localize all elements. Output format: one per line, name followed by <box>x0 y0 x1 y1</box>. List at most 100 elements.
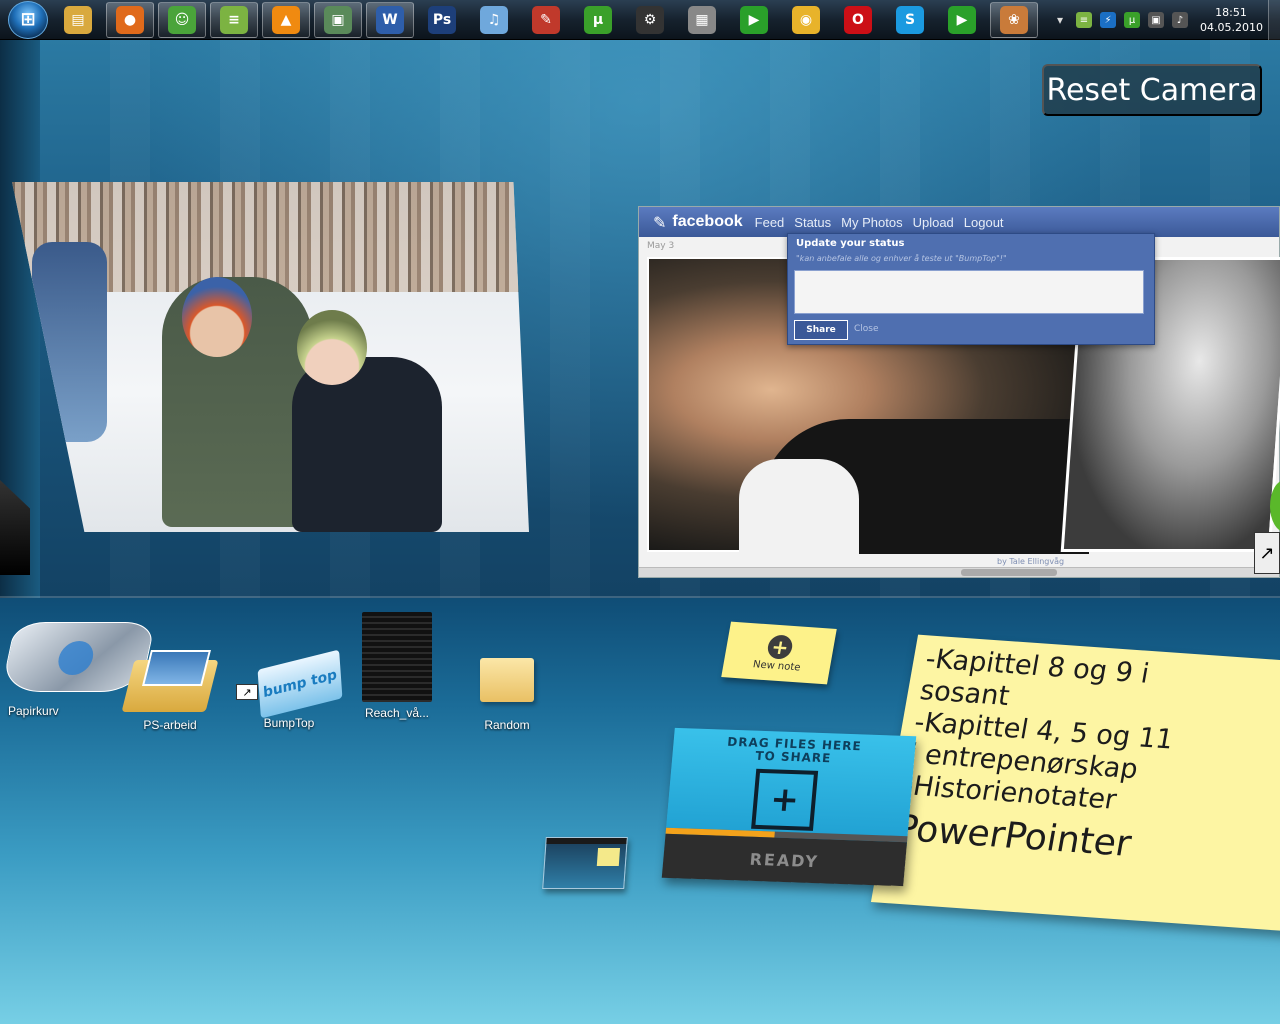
taskbar-media-button[interactable]: ▦ <box>678 2 726 38</box>
new-note-label: New note <box>752 658 802 673</box>
taskbar-bumptop-button[interactable]: ❀ <box>990 1 1038 38</box>
spotify-tray-icon[interactable]: ≡ <box>1076 12 1092 28</box>
reach-pile-icon[interactable]: Reach_vå... <box>362 612 432 720</box>
show-desktop-button[interactable] <box>1268 0 1280 40</box>
taskbar-steam-button[interactable]: ⚙ <box>626 2 674 38</box>
pile-stack <box>362 612 432 702</box>
explorer-icon: ▤ <box>64 5 92 34</box>
share-status: READY <box>661 833 907 887</box>
taskbar-tasks-button[interactable]: ▣ <box>314 1 362 38</box>
fb-photo-collar <box>739 459 859 554</box>
ps-arbeid-folder-icon[interactable]: PS-arbeid <box>121 650 219 732</box>
folder-graphic <box>480 658 534 702</box>
recycle-logo-icon <box>55 641 97 675</box>
fb-nav-logout[interactable]: Logout <box>964 215 1004 230</box>
taskbar-itunes-button[interactable]: ♫ <box>470 2 518 38</box>
fb-popup-hint: "kan anbefale alle og enhver å teste ut … <box>796 254 1007 263</box>
add-document-icon: + <box>751 768 819 831</box>
bumptop-shortcut-icon[interactable]: bump top ↗ BumpTop <box>236 649 343 730</box>
taskbar-firefox-button[interactable]: ● <box>106 1 154 38</box>
tray-expand-icon[interactable]: ▾ <box>1052 12 1068 28</box>
vlc-icon: ▲ <box>272 5 300 34</box>
photo-child-2-head <box>297 310 367 385</box>
fb-nav-feed[interactable]: Feed <box>755 215 785 230</box>
bumptop-tile: bump top <box>257 649 343 719</box>
taskbar-play2-button[interactable]: ▶ <box>938 2 986 38</box>
steam-icon: ⚙ <box>636 5 664 34</box>
fb-status-input[interactable] <box>794 270 1144 314</box>
facebook-widget[interactable]: ✎ facebook Feed Status My Photos Upload … <box>638 206 1280 578</box>
taskbar-play-button[interactable]: ▶ <box>730 2 778 38</box>
fb-nav-status[interactable]: Status <box>794 215 831 230</box>
fb-scrollbar-thumb[interactable] <box>961 569 1057 576</box>
network-tray-icon[interactable]: ▣ <box>1148 12 1164 28</box>
flash-tray-icon[interactable]: ⚡ <box>1100 12 1116 28</box>
fb-nav-my-photos[interactable]: My Photos <box>841 215 902 230</box>
fb-credit: by Tale Ellingvåg <box>997 557 1065 566</box>
reach-pile-label: Reach_vå... <box>364 706 430 720</box>
opera-icon: O <box>844 5 872 34</box>
wrench-icon: ✎ <box>653 212 667 232</box>
clock-date: 04.05.2010 <box>1200 21 1263 34</box>
itunes-icon: ♫ <box>480 5 508 34</box>
ps-folder-doc <box>142 650 211 686</box>
reset-camera-button[interactable]: Reset Camera <box>1042 64 1262 116</box>
random-folder-label: Random <box>484 718 530 732</box>
fb-popup-title: Update your status <box>796 238 905 249</box>
tray-icons: ≡ ⚡ µ ▣ ♪ <box>1072 12 1192 28</box>
fb-share-button[interactable]: Share <box>794 320 848 340</box>
taskbar-paint-button[interactable]: ✎ <box>522 2 570 38</box>
media-icon: ▦ <box>688 5 716 34</box>
word-icon: W <box>376 5 404 34</box>
fb-date: May 3 <box>647 241 675 251</box>
taskbar-opera-button[interactable]: O <box>834 2 882 38</box>
drag-share-widget[interactable]: DRAG FILES HERE TO SHARE + READY <box>661 727 917 887</box>
taskbar-spotify-button[interactable]: ≡ <box>210 1 258 38</box>
photoshop-icon: Ps <box>428 5 456 34</box>
share-title: DRAG FILES HERE TO SHARE <box>672 734 916 768</box>
taskbar-utorrent-button[interactable]: µ <box>574 2 622 38</box>
bumptop-room: Reset Camera ✎ facebook Feed Status My P… <box>0 40 1280 1024</box>
play2-icon: ▶ <box>948 5 976 34</box>
fb-horizontal-scrollbar[interactable] <box>639 567 1279 577</box>
bumptop-label: BumpTop <box>263 716 315 730</box>
sticky-note[interactable]: -Kapittel 8 og 9 i sosant -Kapittel 4, 5… <box>870 634 1280 932</box>
taskbar-apps: ▤ ● ☺ ≡ ▲ ▣ W Ps ♫ ✎ µ ⚙ ▦ ▶ ◉ O S ▶ ❀ <box>52 1 1040 38</box>
fb-nav-upload[interactable]: Upload <box>913 215 954 230</box>
ps-arbeid-label: PS-arbeid <box>143 718 197 732</box>
facebook-logo: facebook <box>672 213 743 230</box>
system-tray: ▾ ≡ ⚡ µ ▣ ♪ 18:51 04.05.2010 <box>1048 0 1280 40</box>
fb-status-popup: Update your status "kan anbefale alle og… <box>787 233 1155 345</box>
messenger-icon: ☺ <box>168 5 196 34</box>
start-button[interactable]: ⊞ <box>8 0 48 39</box>
screenshot-thumbnail[interactable] <box>542 837 628 889</box>
skype-icon: S <box>896 5 924 34</box>
chrome-icon: ◉ <box>792 5 820 34</box>
firefox-icon: ● <box>116 5 144 34</box>
ps-folder-graphic <box>121 650 219 712</box>
wall-photo-kids-in-snow[interactable] <box>12 182 529 532</box>
random-folder-icon[interactable]: Random <box>480 658 534 732</box>
shortcut-badge-icon: ↗ <box>236 684 258 700</box>
utorrent-icon: µ <box>584 5 612 34</box>
taskbar: ⊞ ▤ ● ☺ ≡ ▲ ▣ W Ps ♫ ✎ µ ⚙ ▦ ▶ ◉ O S ▶ ❀ ▾ ≡ ⚡ µ ▣ ♪ 18:51 04.… <box>0 0 1280 40</box>
spotify-icon: ≡ <box>220 5 248 34</box>
taskbar-photoshop-button[interactable]: Ps <box>418 2 466 38</box>
taskbar-explorer-button[interactable]: ▤ <box>54 2 102 38</box>
clock[interactable]: 18:51 04.05.2010 <box>1200 5 1263 35</box>
clock-time: 18:51 <box>1215 6 1247 19</box>
shortcut-arrow-icon: ↗ <box>1254 532 1280 574</box>
volume-tray-icon[interactable]: ♪ <box>1172 12 1188 28</box>
paint-icon: ✎ <box>532 5 560 34</box>
plus-icon: + <box>766 633 795 660</box>
taskbar-skype-button[interactable]: S <box>886 2 934 38</box>
taskbar-chrome-button[interactable]: ◉ <box>782 2 830 38</box>
bumptop-icon: ❀ <box>1000 5 1028 34</box>
fb-close-link[interactable]: Close <box>854 324 879 334</box>
taskbar-word-button[interactable]: W <box>366 1 414 38</box>
taskbar-messenger-button[interactable]: ☺ <box>158 1 206 38</box>
utorrent-tray-icon[interactable]: µ <box>1124 12 1140 28</box>
play-icon: ▶ <box>740 5 768 34</box>
new-note-button[interactable]: + New note <box>721 621 837 685</box>
taskbar-vlc-button[interactable]: ▲ <box>262 1 310 38</box>
